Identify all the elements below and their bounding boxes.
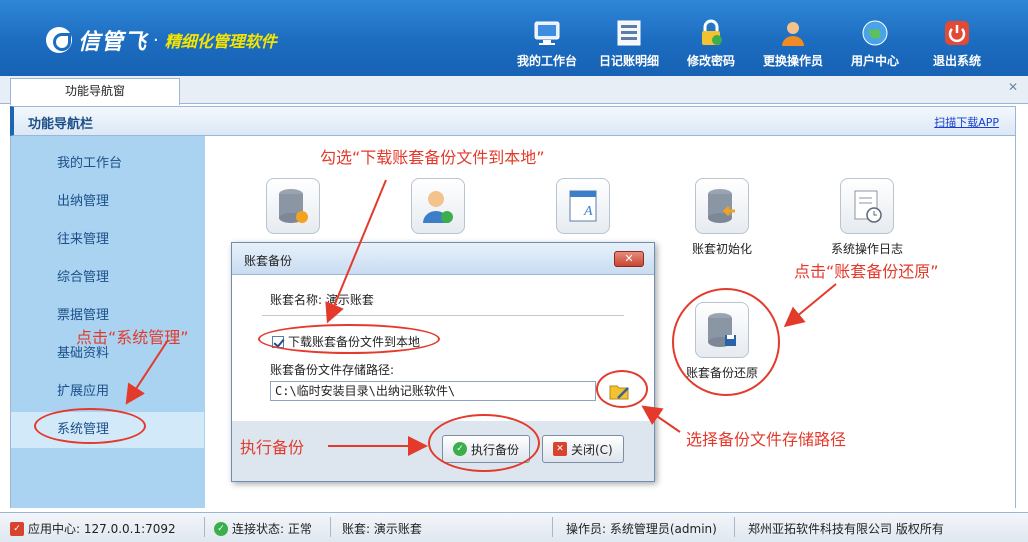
arrow-to-system bbox=[125, 339, 169, 405]
status-divider bbox=[734, 517, 735, 537]
status-divider bbox=[204, 517, 205, 537]
annotation-arrows bbox=[125, 179, 837, 456]
arrow-to-restore bbox=[783, 283, 837, 328]
check-circle-icon: ✓ bbox=[214, 521, 228, 536]
connection-text: 连接状态: 正常 bbox=[232, 522, 312, 536]
arrow-to-checkbox bbox=[325, 179, 387, 324]
status-connection: ✓ 连接状态: 正常 bbox=[214, 520, 312, 537]
status-divider bbox=[552, 517, 553, 537]
status-bar: ✓ 应用中心: 127.0.0.1:7092 ✓ 连接状态: 正常 账套: 演示… bbox=[0, 512, 1028, 542]
status-operator: 操作员: 系统管理员(admin) bbox=[566, 522, 717, 536]
app-center-icon: ✓ bbox=[10, 521, 24, 536]
status-account: 账套: 演示账套 bbox=[342, 522, 422, 536]
status-divider bbox=[330, 517, 331, 537]
arrow-to-browse bbox=[641, 405, 681, 433]
status-copyright: 郑州亚拓软件科技有限公司 版权所有 bbox=[748, 522, 944, 536]
app-center-text: 应用中心: 127.0.0.1:7092 bbox=[28, 522, 176, 536]
status-app-center: ✓ 应用中心: 127.0.0.1:7092 bbox=[10, 520, 176, 537]
